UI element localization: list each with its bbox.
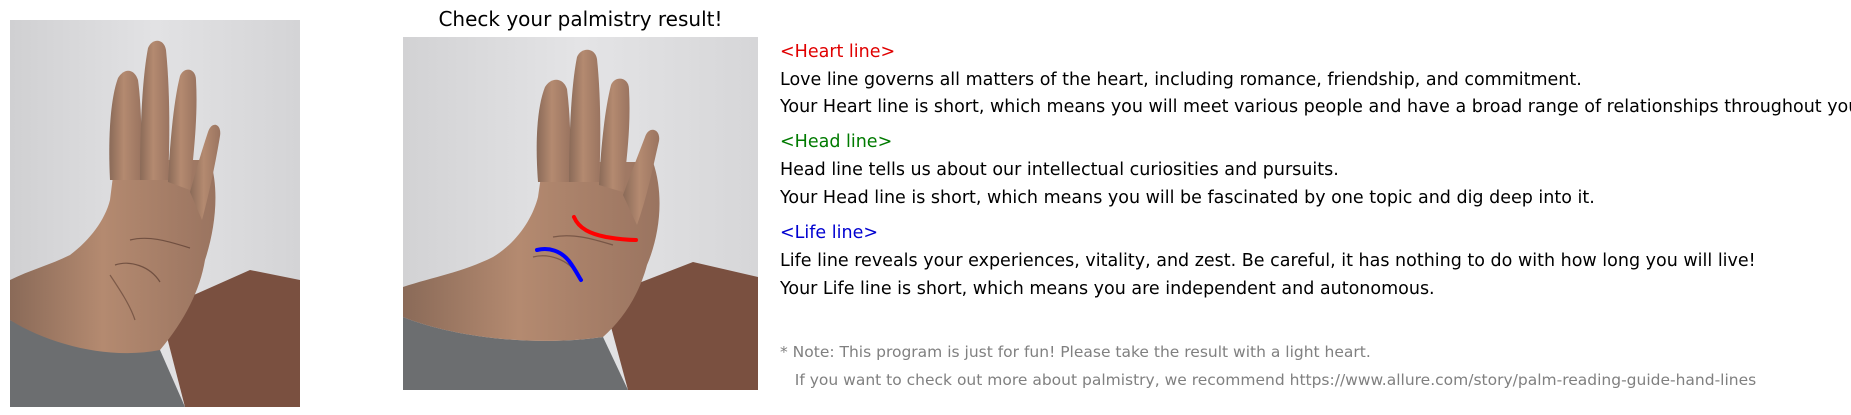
heart-line-description: Love line governs all matters of the hea… [780, 70, 1582, 90]
heart-line-result: Your Heart line is short, which means yo… [780, 97, 1851, 117]
palmistry-reference-note: If you want to check out more about palm… [780, 371, 1757, 389]
life-line-description: Life line reveals your experiences, vita… [780, 251, 1756, 271]
result-palm-image [403, 37, 758, 390]
result-title: Check your palmistry result! [438, 7, 723, 31]
head-line-result: Your Head line is short, which means you… [780, 188, 1595, 208]
head-line-title: <Head line> [780, 132, 893, 152]
life-line-result: Your Life line is short, which means you… [780, 279, 1435, 299]
result-palm-photo [403, 37, 758, 390]
heart-line-title: <Heart line> [780, 42, 896, 62]
palm-photo-image [10, 20, 300, 407]
head-line-description: Head line tells us about our intellectua… [780, 160, 1339, 180]
input-palm-photo [10, 20, 300, 407]
life-line-title: <Life line> [780, 223, 879, 243]
fun-note: * Note: This program is just for fun! Pl… [780, 343, 1371, 361]
